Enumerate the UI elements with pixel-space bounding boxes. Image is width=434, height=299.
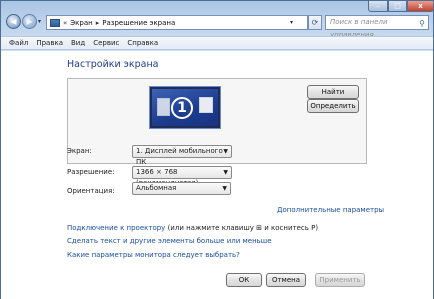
breadcrumb-separator-icon[interactable]: « <box>63 19 67 27</box>
apply-button[interactable]: Применить <box>315 273 365 287</box>
breadcrumb-item-screen[interactable]: Экран <box>70 19 92 27</box>
minimize-button[interactable]: – <box>368 1 388 12</box>
main-content: Настройки экрана 1 Найти Определить Экра… <box>1 51 433 281</box>
ok-button[interactable]: ОК <box>226 273 262 287</box>
projector-link-row: Подключение к проектору (или нажмите кла… <box>67 224 318 232</box>
title-bar: ◀ ▶ ▾ « Экран ▸ Разрешение экрана ▾ ⟳ По… <box>1 1 434 39</box>
orientation-select[interactable]: Альбомная ▼ <box>132 182 231 195</box>
menu-item-file[interactable]: Файл <box>6 39 31 47</box>
control-panel-icon <box>50 18 60 27</box>
screen-resolution-window: ◀ ▶ ▾ « Экран ▸ Разрешение экрана ▾ ⟳ По… <box>0 0 434 299</box>
breadcrumb-separator-icon[interactable]: ▸ <box>96 19 100 27</box>
menu-bar: Файл Правка Вид Сервис Справка <box>1 36 433 50</box>
forward-arrow-icon[interactable]: ▶ <box>22 14 37 29</box>
menu-item-help[interactable]: Справка <box>124 39 161 47</box>
history-dropdown-icon[interactable]: ▾ <box>38 18 41 25</box>
menu-item-tools[interactable]: Сервис <box>90 39 122 47</box>
monitor-1-tile[interactable]: 1 <box>150 87 220 128</box>
orientation-select-value: Альбомная <box>136 184 177 192</box>
refresh-icon[interactable]: ⟳ <box>308 15 322 30</box>
text-size-link[interactable]: Сделать текст и другие элементы больше и… <box>67 237 272 245</box>
resolution-select[interactable]: 1366 × 768 (рекомендуется) ▼ <box>132 166 232 187</box>
chevron-down-icon: ▼ <box>223 169 228 176</box>
advanced-settings-link[interactable]: Дополнительные параметры <box>277 206 384 214</box>
resolution-label: Разрешение: <box>67 168 115 176</box>
cancel-button[interactable]: Отмена <box>266 273 306 287</box>
menu-item-edit[interactable]: Правка <box>33 39 66 47</box>
monitor-params-link[interactable]: Какие параметры монитора следует выбрать… <box>67 251 240 259</box>
chevron-down-icon: ▼ <box>223 148 228 155</box>
window-thumbnail <box>157 98 170 116</box>
projector-hint-a: (или нажмите клавишу <box>167 224 254 232</box>
monitor-number: 1 <box>171 97 193 119</box>
windows-logo-icon: ⊞ <box>256 224 263 232</box>
breadcrumb-item-resolution[interactable]: Разрешение экрана <box>102 19 175 27</box>
projector-link[interactable]: Подключение к проектору <box>67 224 165 232</box>
maximize-button[interactable]: □ <box>388 1 407 12</box>
find-button[interactable]: Найти <box>307 85 359 99</box>
page-title: Настройки экрана <box>67 59 159 70</box>
menu-item-view[interactable]: Вид <box>68 39 88 47</box>
back-arrow-icon[interactable]: ◀ <box>6 14 21 29</box>
projector-hint-b: и коснитесь Р) <box>264 224 319 232</box>
dialog-button-bar: ОК Отмена Применить <box>1 273 433 299</box>
close-button[interactable]: x <box>407 1 434 12</box>
display-label: Экран: <box>67 147 92 155</box>
chevron-down-icon: ▼ <box>222 185 227 192</box>
address-dropdown-icon[interactable]: ▾ <box>290 19 293 26</box>
window-thumbnail <box>199 97 213 113</box>
search-icon[interactable]: ⚲ <box>419 17 425 30</box>
orientation-label: Ориентация: <box>67 187 115 195</box>
address-bar[interactable]: « Экран ▸ Разрешение экрана ▾ <box>46 15 308 30</box>
search-input[interactable]: Поиск в панели управления ⚲ <box>325 15 429 39</box>
detect-button[interactable]: Определить <box>307 99 359 113</box>
display-select[interactable]: 1. Дисплей мобильного ПК ▼ <box>132 145 232 166</box>
